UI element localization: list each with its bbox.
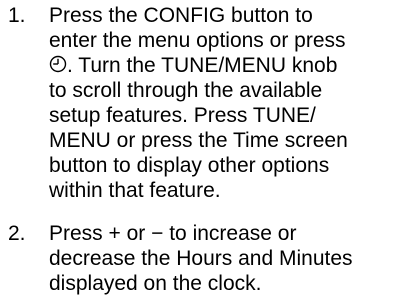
step-line-with-icon: . Turn the TUNE/MENU knob bbox=[49, 53, 399, 78]
step-text: Press + or − to increase or decrease the… bbox=[49, 221, 399, 296]
step-line: decrease the Hours and Minutes bbox=[49, 247, 353, 270]
step-line: button to display other options bbox=[49, 154, 330, 177]
clock-icon bbox=[49, 54, 67, 74]
instruction-list: 1. Press the CONFIG button to enter the … bbox=[0, 0, 399, 304]
step-line: displayed on the clock. bbox=[49, 272, 262, 295]
step-number: 2. bbox=[8, 222, 26, 245]
step-number: 1. bbox=[8, 4, 26, 27]
step-line: Press the CONFIG button to bbox=[49, 4, 313, 27]
step-line: Press + or − to increase or bbox=[49, 222, 297, 245]
step-line: setup features. Press TUNE/ bbox=[49, 104, 316, 127]
step-line: to scroll through the available bbox=[49, 79, 323, 102]
step-line-text: . Turn the TUNE/MENU knob bbox=[67, 54, 338, 77]
step-line: enter the menu options or press bbox=[49, 29, 346, 52]
step-line: MENU or press the Time screen bbox=[49, 129, 348, 152]
step-line: within that feature. bbox=[49, 179, 221, 202]
step-text: Press the CONFIG button to enter the men… bbox=[49, 3, 399, 203]
